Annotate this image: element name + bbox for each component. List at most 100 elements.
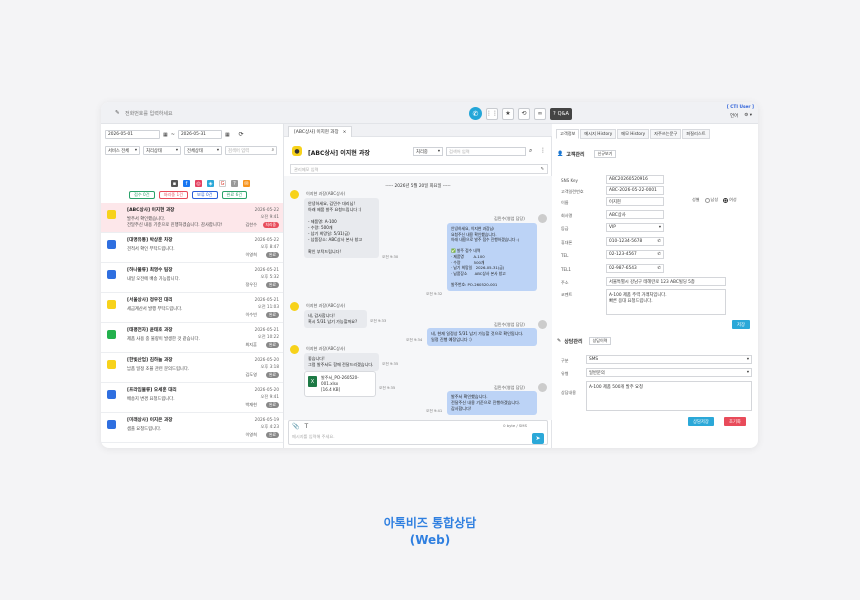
chat-tab[interactable]: [ABC상사] 이지현 과장 × — [288, 126, 353, 137]
search-icon[interactable]: ⌕ — [529, 147, 532, 155]
call-button[interactable]: ✆ — [469, 107, 482, 120]
customer-field-4[interactable]: VIP ▾ — [606, 223, 664, 232]
consult-save-button[interactable]: 상담저장 — [688, 417, 714, 426]
conversation-agent: 김한수 — [245, 222, 257, 227]
attach-icon[interactable]: 📎 — [292, 423, 299, 430]
dialpad-icon[interactable]: ⋮⋮ — [486, 107, 498, 120]
consult-content-textarea[interactable]: A-100 제품 500개 발주 요청 — [586, 381, 752, 411]
customer-section-header: 👤 고객관리 신규보기 — [557, 150, 617, 158]
message-bubble: 안녕하세요, 이지현 과장님! 요청주신 내용 확인했습니다. 아래 내용으로 … — [447, 223, 537, 291]
link-icon[interactable]: ∞ — [534, 107, 546, 120]
field-label: 이름 — [561, 200, 569, 205]
facebook-icon[interactable]: f — [183, 180, 190, 187]
tab-memo-history[interactable]: 메모 History — [617, 129, 650, 139]
help-icon[interactable]: ? — [231, 180, 238, 187]
status-select[interactable]: 처리상태 ▾ — [143, 146, 181, 155]
status-select[interactable]: 처리중 ▾ — [413, 147, 443, 156]
file-attachment[interactable]: X 발주서_PO-260520-001.xlsx [16.4 KB] — [304, 371, 376, 397]
customer-field-1[interactable]: ABC-2026-05-22-0001 — [606, 186, 664, 195]
chat-search-input[interactable]: 검색어 입력 — [446, 147, 526, 156]
calendar-icon[interactable]: ▦ — [225, 132, 230, 138]
message-sender: 이지현 과장(ABC상사) — [306, 191, 346, 196]
customer-field-3[interactable]: ABC상사 — [606, 210, 664, 219]
close-icon[interactable]: × — [343, 130, 347, 135]
more-icon[interactable]: ⋮ — [540, 147, 546, 154]
byte-count: 0 byte / SMS — [503, 423, 527, 428]
message-composer: 📎 T 0 byte / SMS 메시지를 입력해 주세요. ➤ — [288, 420, 548, 445]
tab-message-history[interactable]: 메시지 History — [580, 129, 617, 139]
conversation-time: 오전 10:22 — [257, 334, 279, 339]
consult-history-button[interactable]: 상담이력 — [588, 337, 612, 345]
chip-hold[interactable]: 보류 0건 — [191, 191, 218, 199]
refresh-icon[interactable]: ⟳ — [239, 131, 244, 138]
new-view-button[interactable]: 신규보기 — [593, 150, 617, 158]
conversation-preview: 배송지 변경 요청드립니다. — [127, 397, 175, 402]
conversation-name: [ABC상사] 이지현 과장 — [127, 208, 175, 213]
conversation-item[interactable]: [한빛산업] 김하늘 과장 납품 일정 조율 관련 문의드립니다. 2026-0… — [101, 353, 283, 383]
message-input[interactable]: 메시지를 입력해 주세요. — [292, 434, 335, 440]
google-icon[interactable]: G — [219, 180, 226, 187]
conversation-time: 오후 4:23 — [260, 424, 279, 429]
status-badge: 완료 — [266, 312, 279, 318]
send-button[interactable]: ➤ — [532, 433, 544, 444]
gender-label: 성별 — [692, 197, 700, 202]
search-input[interactable]: 검색어 입력 ⌕ — [225, 146, 277, 155]
channel-icon — [107, 210, 116, 219]
tab-customer-info[interactable]: 고객정보 — [556, 129, 580, 139]
date-to-input[interactable]: 2026-05-31 — [177, 130, 222, 139]
conversation-item[interactable]: [ABC상사] 이지현 과장 발주서 확인했습니다. 전달주신 내용 기준으로 … — [101, 203, 283, 233]
memo-input[interactable]: 관리메모 입력 ✎ — [290, 164, 548, 174]
conversation-time: 오후 5:32 — [260, 274, 279, 279]
tab-list[interactable]: 퍼질리스트 — [682, 129, 710, 139]
tab-frequent-phrases[interactable]: 자주쓰는문구 — [650, 129, 682, 139]
call-icon[interactable]: ✆ — [657, 239, 661, 244]
reset-button[interactable]: 초기화 — [724, 417, 746, 426]
instagram-icon[interactable]: ◎ — [195, 180, 202, 187]
conversation-item[interactable]: [대명유통] 박상훈 차장 견적서 확인 부탁드립니다. 2026-05-22 … — [101, 233, 283, 263]
avatar — [290, 345, 299, 354]
chip-in-progress[interactable]: 처리중 1건 — [158, 191, 188, 199]
calendar-icon[interactable]: ▦ — [163, 132, 168, 138]
settings-icon[interactable]: ⚙ ▾ — [744, 113, 752, 119]
channel-select[interactable]: 전체상태 ▾ — [184, 146, 222, 155]
star-icon[interactable]: ★ — [502, 107, 514, 120]
conversation-date: 2026-05-21 — [254, 327, 279, 332]
message-time: 오전 9:34 — [406, 338, 423, 342]
chat-header: ● [ABC상사] 이지현 과장 처리중 ▾ 검색어 입력 ⌕ ⋮ — [290, 144, 548, 158]
date-from-input[interactable]: 2026-05-01 — [105, 130, 160, 139]
gender-male-radio[interactable]: 남성 — [704, 197, 718, 203]
consult-type-select[interactable]: SMS ▾ — [586, 355, 752, 364]
customer-field-8[interactable]: 서울특별시 강남구 테헤란로 123 ABC빌딩 5층 — [606, 277, 726, 286]
language-menu[interactable]: 언어 — [730, 113, 738, 119]
save-button[interactable]: 저장 — [732, 320, 750, 329]
conversation-item[interactable]: [프라임물류] 오세훈 대리 배송지 변경 요청드립니다. 2026-05-20… — [101, 383, 283, 413]
chip-done[interactable]: 완료 6건 — [221, 191, 248, 199]
customer-field-9[interactable]: A-100 제품 주력 거래처입니다. 빠른 응대 요청드립니다. — [606, 289, 726, 315]
phone-input[interactable]: 전화번호를 입력하세요 — [125, 110, 173, 117]
refresh-icon[interactable]: ⟲ — [518, 107, 530, 120]
chip-received[interactable]: 접수 0건 — [129, 191, 155, 199]
conversation-item[interactable]: [서울상사] 정우진 대리 세금계산서 발행 부탁드립니다. 2026-05-2… — [101, 293, 283, 323]
conversation-time: 오전 11:03 — [257, 304, 279, 309]
printer-icon[interactable]: ▪ — [171, 180, 178, 187]
customer-field-6[interactable]: 02-123-4567 ✆ — [606, 250, 664, 259]
call-icon[interactable]: ✆ — [657, 266, 661, 271]
text-format-icon[interactable]: T — [304, 423, 308, 430]
qa-button[interactable]: ? Q&A — [550, 107, 572, 120]
conversation-item[interactable]: [하나물류] 최영수 팀장 내일 오전에 배송 가능합니다. 2026-05-2… — [101, 263, 283, 293]
mail-icon[interactable]: ✉ — [243, 180, 250, 187]
consult-category-select[interactable]: 일반문의 ▾ — [586, 368, 752, 377]
service-select[interactable]: 서비스 전체 ▾ — [105, 146, 140, 155]
customer-field-2[interactable]: 이지현 — [606, 197, 664, 206]
status-chips: 접수 0건 처리중 1건 보류 0건 완료 6건 — [129, 191, 248, 199]
chat-icon[interactable]: ◈ — [207, 180, 214, 187]
channel-icon — [107, 270, 116, 279]
message-bubble: 네, 현재 일정상 5/31 납기 가능할 것으로 확인됩니다. 일정 진행 예… — [427, 328, 537, 346]
call-icon[interactable]: ✆ — [657, 252, 661, 257]
customer-field-7[interactable]: 02-987-6543 ✆ — [606, 264, 664, 273]
customer-field-5[interactable]: 010-1234-5678 ✆ — [606, 237, 664, 246]
conversation-item[interactable]: [태평전자] 윤태호 과장 제품 사용 중 불량이 발생한 것 같습니다. 20… — [101, 323, 283, 353]
conversation-item[interactable]: [미래상사] 이지은 과장 샘플 요청드립니다. 2026-05-19 오후 4… — [101, 413, 283, 443]
customer-field-0[interactable]: ABC20260520916 — [606, 175, 664, 184]
gender-female-radio[interactable]: 여성 — [723, 197, 737, 203]
